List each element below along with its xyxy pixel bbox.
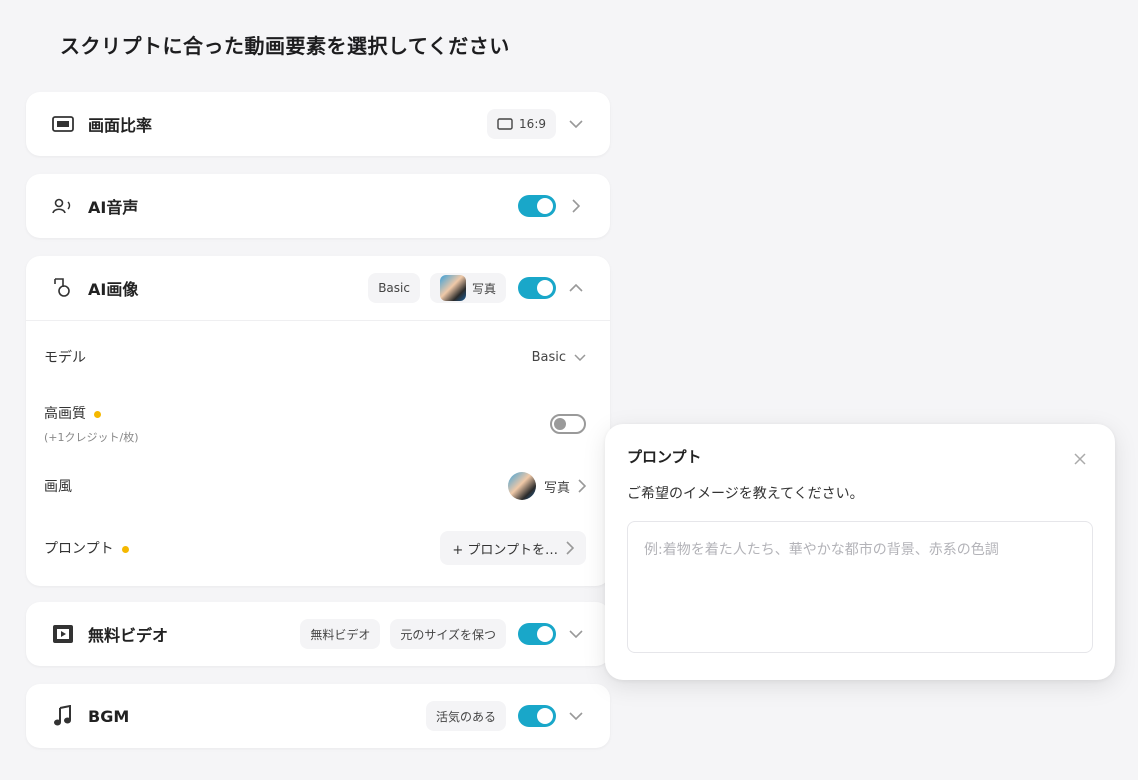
- keep-size-chip[interactable]: 元のサイズを保つ: [390, 619, 506, 649]
- hq-row: 高画質 (+1クレジット/枚): [26, 393, 610, 455]
- bgm-label: BGM: [88, 706, 130, 726]
- chevron-right-icon[interactable]: [564, 194, 588, 218]
- premium-badge: [121, 545, 129, 553]
- free-video-label: 無料ビデオ: [88, 626, 169, 645]
- bgm-toggle[interactable]: [518, 705, 556, 727]
- free-video-card[interactable]: 無料ビデオ 無料ビデオ 元のサイズを保つ: [26, 602, 610, 666]
- style-select[interactable]: 写真: [507, 472, 586, 500]
- ai-image-toggle[interactable]: [518, 277, 556, 299]
- style-value: 写真: [543, 480, 570, 496]
- ai-image-card: AI画像 Basic 写真 モデル Basic 高画質 (+1クレジット/枚) …: [26, 256, 610, 586]
- style-thumbnail: [439, 275, 466, 301]
- style-thumbnail: [507, 472, 536, 500]
- ai-image-style-chip[interactable]: 写真: [429, 273, 506, 303]
- aspect-ratio-card[interactable]: 画面比率 16:9: [26, 92, 610, 156]
- chevron-down-icon[interactable]: [564, 112, 588, 136]
- ai-image-style-chip-label: 写真: [471, 281, 496, 296]
- chevron-down-icon[interactable]: [564, 704, 588, 728]
- chevron-down-icon[interactable]: [564, 622, 588, 646]
- popover-title: プロンプト: [627, 448, 702, 466]
- ai-voice-toggle[interactable]: [518, 195, 556, 217]
- model-label: モデル: [44, 350, 86, 366]
- aspect-ratio-icon: [50, 111, 76, 137]
- prompt-row[interactable]: プロンプト + プロンプトを…: [26, 517, 610, 579]
- model-select[interactable]: Basic: [532, 350, 586, 365]
- add-prompt-label: + プロンプトを…: [452, 542, 558, 558]
- aspect-ratio-select[interactable]: 16:9: [487, 109, 556, 139]
- hq-toggle[interactable]: [550, 414, 586, 434]
- prompt-label: プロンプト: [44, 541, 114, 557]
- page-title: スクリプトに合った動画要素を選択してください: [60, 34, 510, 58]
- bgm-card[interactable]: BGM 活気のある: [26, 684, 610, 748]
- chevron-up-icon[interactable]: [564, 276, 588, 300]
- chevron-right-icon: [566, 541, 574, 555]
- frame-icon: [497, 118, 513, 130]
- bgm-mood-chip[interactable]: 活気のある: [425, 701, 506, 731]
- popover-description: ご希望のイメージを教えてください。: [627, 486, 864, 502]
- music-note-icon: [50, 703, 76, 729]
- close-icon[interactable]: [1073, 452, 1087, 466]
- ai-image-model-chip[interactable]: Basic: [368, 273, 420, 303]
- hq-label: 高画質: [44, 406, 86, 422]
- voice-icon: [50, 193, 76, 219]
- chevron-down-icon: [574, 353, 586, 361]
- aspect-ratio-value: 16:9: [519, 117, 546, 131]
- video-icon: [50, 621, 76, 647]
- ai-image-label: AI画像: [88, 280, 139, 299]
- prompt-popover: プロンプト ご希望のイメージを教えてください。 例:着物を着た人たち、華やかな都…: [605, 424, 1115, 680]
- model-row[interactable]: モデル Basic: [26, 321, 610, 393]
- premium-badge: [94, 410, 101, 418]
- model-value: Basic: [531, 349, 566, 365]
- aspect-ratio-label: 画面比率: [88, 116, 153, 135]
- hq-credit-note: (+1クレジット/枚): [44, 431, 139, 444]
- style-label: 画風: [44, 479, 72, 495]
- ai-voice-label: AI音声: [88, 198, 139, 217]
- add-prompt-button[interactable]: + プロンプトを…: [440, 531, 586, 565]
- style-row[interactable]: 画風 写真: [26, 455, 610, 517]
- prompt-input[interactable]: 例:着物を着た人たち、華やかな都市の背景、赤系の色調: [627, 521, 1093, 653]
- ai-voice-card[interactable]: AI音声: [26, 174, 610, 238]
- chevron-right-icon: [578, 479, 586, 493]
- ai-image-icon: [50, 275, 76, 301]
- free-video-source-chip[interactable]: 無料ビデオ: [300, 619, 381, 649]
- free-video-toggle[interactable]: [518, 623, 556, 645]
